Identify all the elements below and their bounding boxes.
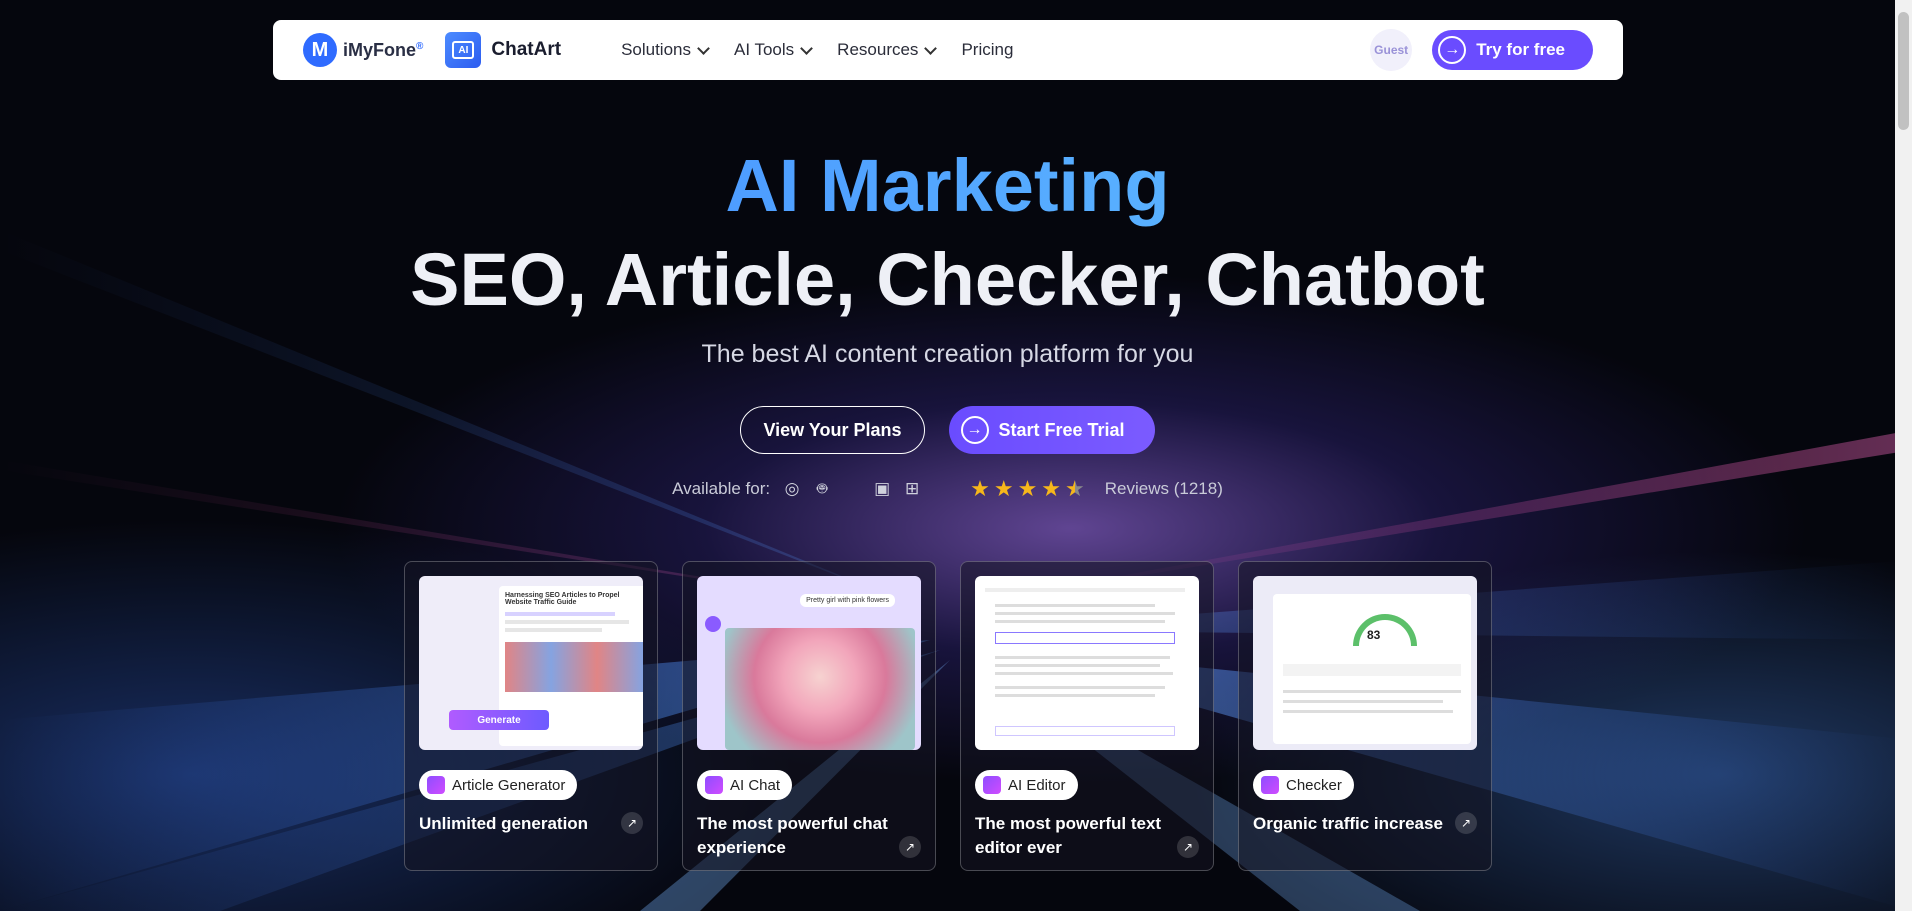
score-value: 83 (1367, 628, 1381, 642)
chevron-down-icon (697, 41, 710, 55)
card-title: The most powerful text editor ever (975, 814, 1162, 857)
tag-label: Checker (1286, 776, 1342, 794)
chatart-icon-text: AI (452, 41, 475, 59)
platform-icons: ◎ 🤖︎ ▣ ⊞ (782, 479, 922, 499)
tag-label: AI Chat (730, 776, 781, 794)
cta-group: View Your Plans → Start Free Trial (0, 406, 1895, 454)
hero-title: AI Marketing (0, 140, 1895, 232)
scrollbar-thumb[interactable] (1898, 12, 1909, 130)
star-icon: ★ (970, 476, 990, 501)
feature-cards: Harnessing SEO Articles to Propel Websit… (404, 561, 1492, 871)
rating-stars: ★ ★ ★ ★ ★ (970, 476, 1085, 502)
checker-preview: 83 (1253, 576, 1477, 750)
star-icon: ★ (1017, 476, 1038, 501)
try-for-free-label: Try for free (1476, 40, 1565, 59)
chat-icon (705, 776, 723, 794)
try-for-free-button[interactable]: → Try for free (1432, 30, 1593, 70)
card-ai-chat[interactable]: Pretty girl with pink flowers AI Chat Th… (682, 561, 936, 871)
chat-bubble: Pretty girl with pink flowers (800, 594, 895, 607)
product-name: ChatArt (491, 39, 562, 60)
available-label: Available for: (672, 479, 771, 498)
chat-bot-icon (705, 616, 721, 632)
tag-label: AI Editor (1008, 776, 1066, 794)
hero-section: AI Marketing SEO, Article, Checker, Chat… (0, 140, 1895, 369)
menu-ai-tools[interactable]: AI Tools (734, 40, 814, 60)
ai-editor-preview (975, 576, 1199, 750)
chatart-logo[interactable]: AI ChatArt (445, 32, 561, 68)
nav-actions: Guest → Try for free (1370, 29, 1593, 71)
windows-icon[interactable]: ⊞ (902, 479, 922, 499)
registered-mark: ® (416, 40, 424, 52)
card-title: Organic traffic increase (1253, 814, 1443, 833)
android-icon[interactable]: 🤖︎ (812, 479, 832, 499)
card-title: Unlimited generation (419, 814, 589, 833)
tag-article-generator: Article Generator (419, 770, 578, 800)
menu-solutions-label: Solutions (621, 40, 691, 59)
chevron-down-icon (924, 41, 938, 55)
checker-icon (1261, 776, 1279, 794)
article-preview-heading: Harnessing SEO Articles to Propel Websit… (505, 592, 620, 606)
scrollbar[interactable] (1895, 0, 1912, 911)
arrow-right-icon: → (1438, 36, 1467, 64)
card-checker[interactable]: 83 Checker Organic traffic increase ↗ (1238, 561, 1492, 871)
apple-icon[interactable] (842, 479, 862, 499)
start-free-trial-button[interactable]: → Start Free Trial (948, 406, 1155, 454)
start-free-trial-label: Start Free Trial (998, 419, 1125, 440)
chevron-down-icon (800, 41, 814, 55)
chrome-icon[interactable]: ◎ (782, 479, 802, 499)
guest-avatar[interactable]: Guest (1370, 29, 1413, 71)
menu-pricing-label: Pricing (961, 40, 1014, 59)
tag-ai-editor: AI Editor (975, 770, 1078, 800)
arrow-up-right-icon[interactable]: ↗ (899, 836, 921, 858)
chatart-icon: AI (445, 32, 482, 68)
star-icon: ★ (1041, 476, 1062, 501)
menu-ai-tools-label: AI Tools (734, 40, 795, 59)
card-title: The most powerful chat experience (697, 814, 888, 857)
brand-name: iMyFone (343, 39, 417, 60)
tag-checker: Checker (1253, 770, 1354, 800)
availability-row: Available for: ◎ 🤖︎ ▣ ⊞ ★ ★ ★ ★ ★ Review… (0, 476, 1895, 502)
hero-subtitle: SEO, Article, Checker, Chatbot (410, 238, 1485, 321)
card-ai-editor[interactable]: AI Editor The most powerful text editor … (960, 561, 1214, 871)
half-star-icon: ★ (1065, 476, 1085, 501)
reviews-count[interactable]: Reviews (1218) (1105, 479, 1223, 499)
chart-image (505, 642, 643, 692)
hero-tagline: The best AI content creation platform fo… (701, 340, 1194, 368)
menu-resources[interactable]: Resources (837, 40, 938, 60)
tag-label: Article Generator (452, 776, 566, 794)
star-icon: ★ (993, 476, 1014, 501)
main-menu: Solutions AI Tools Resources Pricing (621, 40, 1013, 60)
finder-icon[interactable]: ▣ (872, 479, 892, 499)
generated-image (725, 628, 915, 750)
score-gauge (1353, 614, 1417, 646)
menu-pricing[interactable]: Pricing (961, 40, 1013, 60)
article-icon (427, 776, 445, 794)
tag-ai-chat: AI Chat (697, 770, 793, 800)
article-generator-preview: Harnessing SEO Articles to Propel Websit… (419, 576, 643, 750)
menu-resources-label: Resources (837, 40, 919, 59)
imyfone-icon: M (303, 33, 337, 67)
menu-solutions[interactable]: Solutions (621, 40, 710, 60)
card-article-generator[interactable]: Harnessing SEO Articles to Propel Websit… (404, 561, 658, 871)
arrow-up-right-icon[interactable]: ↗ (1177, 836, 1199, 858)
arrow-up-right-icon[interactable]: ↗ (1455, 812, 1477, 834)
view-plans-button[interactable]: View Your Plans (740, 406, 925, 454)
arrow-up-right-icon[interactable]: ↗ (621, 812, 643, 834)
ai-chat-preview: Pretty girl with pink flowers (697, 576, 921, 750)
arrow-right-icon: → (960, 416, 989, 444)
generate-button: Generate (449, 710, 549, 730)
imyfone-logo[interactable]: M iMyFone® (303, 33, 423, 67)
top-navbar: M iMyFone® AI ChatArt Solutions AI Tools… (273, 20, 1623, 80)
editor-icon (983, 776, 1001, 794)
